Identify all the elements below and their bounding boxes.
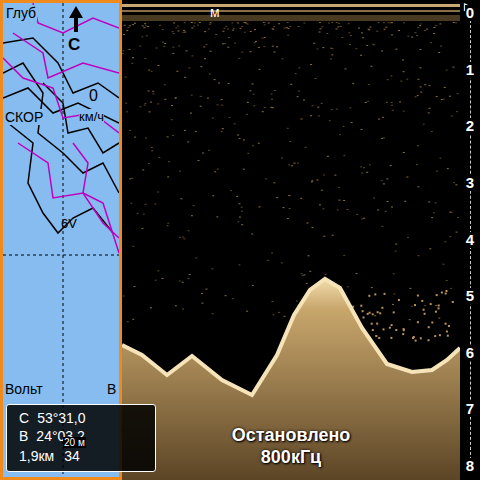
depth-tick: 7 [465, 401, 475, 417]
distance-value: 1,9км [19, 447, 54, 465]
north-arrow-icon [69, 6, 83, 32]
depth-tick: 2 [465, 118, 475, 134]
speed-value: 0 [89, 87, 98, 105]
depth-scale: ▶ 012345678 [460, 0, 480, 480]
north-label: С [68, 35, 80, 54]
lat-prefix: С [19, 409, 29, 427]
unit-label: м [210, 4, 220, 20]
scale-label: 20 м [63, 437, 86, 448]
depth-tick: 8 [465, 458, 475, 474]
screen: Глуб С 0 СКОР км/ч 6V Вольт В [0, 0, 480, 480]
volt-unit: В [107, 381, 116, 397]
bearing-value: 34 [64, 447, 80, 465]
lat-row: С 53°31,0 [19, 409, 143, 427]
sonar-panel[interactable]: м Остановлено 800кГц ▶ 012345678 [122, 0, 480, 480]
sonar-view: м Остановлено 800кГц [122, 0, 460, 480]
depth-ticks: 0 1 2 3 4 5 6 7 8 [460, 5, 480, 474]
speed-label: СКОР [5, 109, 43, 125]
volt-label: Вольт [5, 381, 43, 397]
depth-tick: 0 [465, 5, 475, 21]
sonar-echo-icon [122, 0, 460, 480]
depth-tick: 6 [465, 345, 475, 361]
lon-prefix: В [19, 427, 28, 445]
depth-tick: 5 [465, 288, 475, 304]
lat-value: 53°31,0 [37, 409, 85, 427]
status-label: Остановлено [232, 424, 351, 446]
status-overlay: Остановлено 800кГц [122, 424, 460, 468]
waypoint-label[interactable]: 6V [61, 216, 77, 231]
depth-tick: 1 [465, 62, 475, 78]
depth-tick: 3 [465, 175, 475, 191]
depth-tick: 4 [465, 232, 475, 248]
info-box: С 53°31,0 В 24°03,2 1,9км 34 20 м [6, 404, 156, 472]
distance-row: 1,9км 34 20 м [19, 445, 143, 465]
frequency-label: 800кГц [261, 446, 321, 468]
depth-label: Глуб [5, 5, 37, 21]
speed-unit: км/ч [79, 109, 104, 125]
